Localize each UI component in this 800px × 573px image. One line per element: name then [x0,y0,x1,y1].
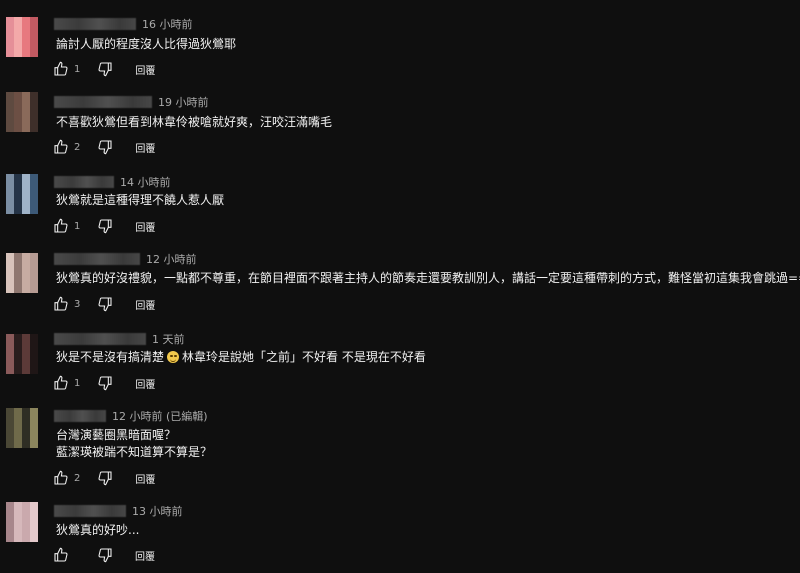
comment-timestamp[interactable]: 12 小時前 [146,251,197,267]
like-icon[interactable] [52,546,70,564]
comment-text-line: 台灣演藝圈黑暗面喔？ [56,428,177,442]
like-icon[interactable] [52,60,70,78]
comment-header: 13 小時前 [54,503,183,519]
reply-button[interactable]: 回覆 [135,62,155,77]
avatar[interactable] [6,408,38,448]
comment-timestamp[interactable]: 14 小時前 [120,174,171,190]
comment-text: 台灣演藝圈黑暗面喔？ 藍潔瑛被踹不知道算不算是？ [56,427,212,461]
like-icon[interactable] [52,138,70,156]
comment-text: 狄鶯真的好沒禮貌，一點都不尊重，在節目裡面不跟著主持人的節奏走還要教訓別人，講話… [56,271,800,285]
avatar[interactable] [6,253,38,293]
comment-text-part: 狄是不是沒有搞清楚 [56,350,165,364]
like-icon[interactable] [52,469,70,487]
blurred-username[interactable] [54,176,114,188]
like-icon[interactable] [52,217,70,235]
like-count: 3 [74,298,81,310]
comment-header: 1 天前 [54,331,185,347]
like-icon[interactable] [52,295,70,313]
comment-actions: 1 回覆 [52,374,155,392]
dislike-icon[interactable] [96,469,114,487]
comment-header: 19 小時前 [54,94,209,110]
blurred-username[interactable] [54,18,136,30]
avatar[interactable] [6,502,38,542]
dislike-icon[interactable] [96,546,114,564]
like-count: 1 [74,220,81,232]
comment-actions: 2 回覆 [52,469,155,487]
blurred-username[interactable] [54,505,126,517]
comment-actions: 2 回覆 [52,138,155,156]
reply-button[interactable]: 回覆 [135,219,155,234]
blurred-username[interactable] [54,253,140,265]
comment-header: 12 小時前 (已編輯) [54,408,208,424]
like-count: 2 [74,141,81,153]
comment-timestamp[interactable]: 1 天前 [152,331,185,347]
dislike-icon[interactable] [96,138,114,156]
comment-header: 16 小時前 [54,16,193,32]
like-count: 1 [74,63,81,75]
reply-button[interactable]: 回覆 [135,471,155,486]
reply-button[interactable]: 回覆 [135,297,155,312]
like-icon[interactable] [52,374,70,392]
comment-timestamp[interactable]: 12 小時前 (已編輯) [112,408,208,424]
reply-button[interactable]: 回覆 [135,140,155,155]
comment-actions: 回覆 [52,546,155,564]
reply-button[interactable]: 回覆 [135,376,155,391]
comment-timestamp[interactable]: 19 小時前 [158,94,209,110]
comment-header: 14 小時前 [54,174,171,190]
comment-timestamp[interactable]: 13 小時前 [132,503,183,519]
like-count: 1 [74,377,81,389]
comment-header: 12 小時前 [54,251,197,267]
blurred-username[interactable] [54,96,152,108]
dislike-icon[interactable] [96,217,114,235]
reply-button[interactable]: 回覆 [135,548,155,563]
comment-text-line: 藍潔瑛被踹不知道算不算是？ [56,445,213,459]
dislike-icon[interactable] [96,60,114,78]
avatar[interactable] [6,17,38,57]
comment-actions: 3 回覆 [52,295,155,313]
dislike-icon[interactable] [96,374,114,392]
comment-actions: 1 回覆 [52,60,155,78]
comment-timestamp[interactable]: 16 小時前 [142,16,193,32]
comment-text-part: 林韋玲是說她「之前」不好看 不是現在不好看 [182,350,426,364]
like-count: 2 [74,472,81,484]
dislike-icon[interactable] [96,295,114,313]
avatar[interactable] [6,174,38,214]
comment-actions: 1 回覆 [52,217,155,235]
avatar[interactable] [6,92,38,132]
avatar[interactable] [6,334,38,374]
comment-text: 論討人厭的程度沒人比得過狄鶯耶 [56,37,237,51]
blurred-username[interactable] [54,410,106,422]
comment-text: 狄鶯真的好吵... [56,523,140,537]
blurred-username[interactable] [54,333,146,345]
smiling-face-emoji-icon [167,351,180,363]
comment-text: 狄鶯就是這種得理不饒人惹人厭 [56,193,225,207]
comment-text: 狄是不是沒有搞清楚 林韋玲是說她「之前」不好看 不是現在不好看 [56,349,426,366]
comment-text: 不喜歡狄鶯但看到林韋伶被嗆就好爽，汪咬汪滿嘴毛 [56,115,333,129]
